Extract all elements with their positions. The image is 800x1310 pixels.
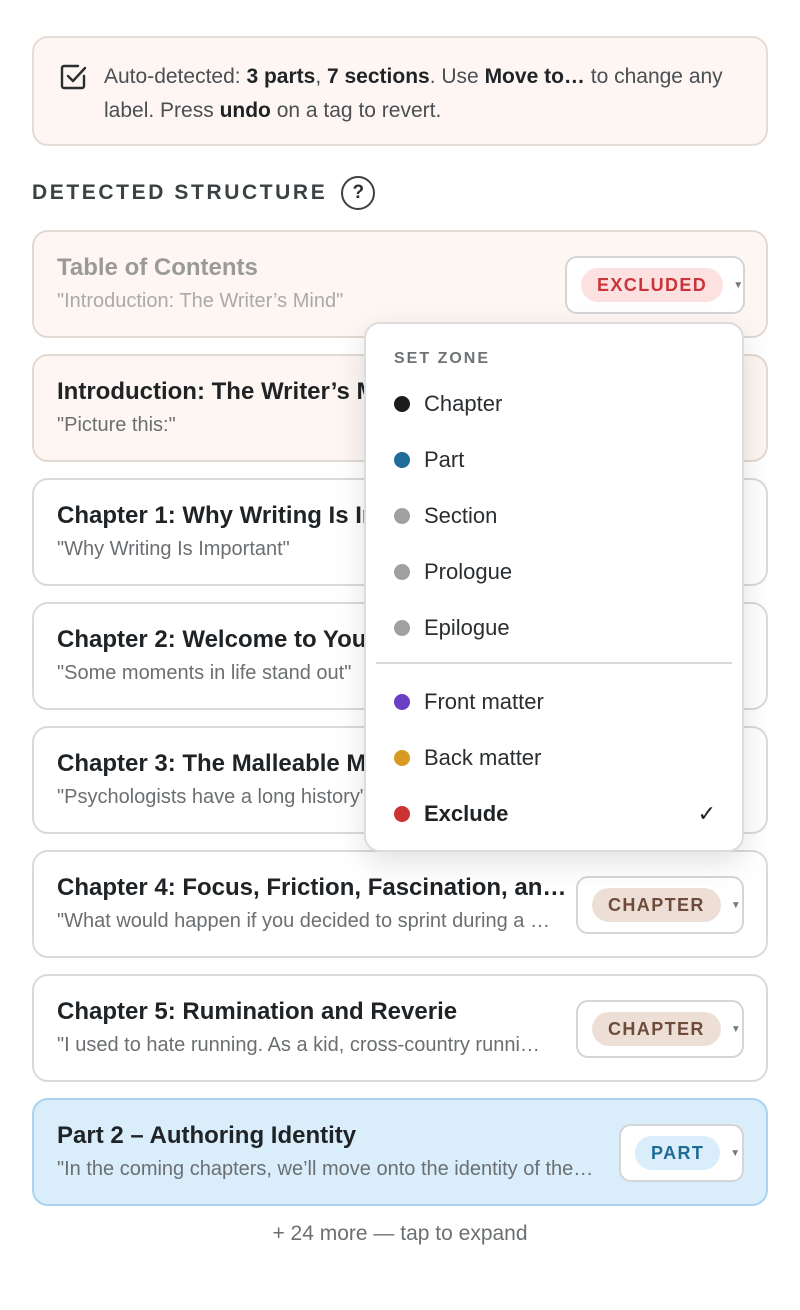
checkbox-checked-icon (60, 64, 87, 90)
zone-select-button[interactable]: EXCLUDED ▼ (565, 256, 745, 314)
item-subtitle: "Psychologists have a long history" (57, 786, 367, 808)
exclude-dot-icon (394, 806, 410, 822)
menu-item-chapter[interactable]: Chapter (366, 382, 742, 426)
menu-divider (376, 662, 732, 664)
section-dot-icon (394, 508, 410, 524)
zone-select-button[interactable]: CHAPTER ▼ (576, 876, 744, 934)
item-title: Chapter 4: Focus, Friction, Fascination,… (57, 874, 567, 901)
item-title: Table of Contents (57, 254, 258, 281)
info-text-mid: . Use (429, 65, 485, 88)
chevron-down-icon: ▼ (730, 1023, 741, 1035)
expand-more-link[interactable]: + 24 more — tap to expand (0, 1222, 800, 1246)
front-matter-dot-icon (394, 694, 410, 710)
item-title: Chapter 1: Why Writing Is Important (57, 502, 377, 529)
info-undo: undo (219, 99, 271, 122)
menu-item-label: Back matter (424, 745, 542, 770)
menu-item-label: Chapter (424, 391, 503, 416)
item-title: Chapter 2: Welcome to Your Creative Mind (57, 626, 377, 653)
help-icon[interactable]: ? (341, 176, 376, 210)
info-sections-count: 7 sections (326, 65, 430, 88)
info-text-suffix: on a tag to revert. (270, 99, 442, 122)
set-zone-dropdown: SET ZONE Chapter Part Section Prologue E… (364, 322, 744, 852)
menu-item-section[interactable]: Section (366, 494, 742, 538)
structure-item-chapter-5[interactable]: Chapter 5: Rumination and Reverie "I use… (32, 974, 768, 1082)
prologue-dot-icon (394, 564, 410, 580)
structure-item-chapter-4[interactable]: Chapter 4: Focus, Friction, Fascination,… (32, 850, 768, 958)
menu-item-label: Epilogue (424, 615, 510, 640)
status-badge-part: PART (635, 1136, 721, 1170)
item-title: Introduction: The Writer’s Mind (57, 378, 377, 405)
status-badge-chapter: CHAPTER (592, 888, 721, 922)
section-title: DETECTED STRUCTURE (32, 181, 328, 204)
menu-item-back-matter[interactable]: Back matter (366, 736, 742, 780)
menu-item-label: Exclude (424, 801, 509, 826)
auto-detect-info-banner: Auto-detected: 3 parts, 7 sections. Use … (32, 36, 768, 146)
info-text-comma: , (315, 65, 327, 88)
info-parts-count: 3 parts (246, 65, 316, 88)
menu-item-exclude[interactable]: Exclude ✓ (366, 792, 742, 836)
zone-select-button[interactable]: CHAPTER ▼ (576, 1000, 744, 1058)
item-title: Chapter 5: Rumination and Reverie (57, 998, 458, 1025)
epilogue-dot-icon (394, 620, 410, 636)
menu-item-label: Front matter (424, 689, 544, 714)
chevron-down-icon: ▼ (730, 899, 741, 911)
chevron-down-icon: ▼ (733, 279, 744, 291)
chapter-dot-icon (394, 396, 410, 412)
structure-item-part-2[interactable]: Part 2 – Authoring Identity "In the comi… (32, 1098, 768, 1206)
item-subtitle: "I used to hate running. As a kid, cross… (57, 1034, 551, 1056)
zone-select-button[interactable]: PART ▼ (619, 1124, 744, 1182)
status-badge-excluded: EXCLUDED (581, 268, 724, 302)
status-badge-chapter: CHAPTER (592, 1012, 721, 1046)
info-move-to: Move to… (484, 65, 585, 88)
part-dot-icon (394, 452, 410, 468)
item-subtitle: "Why Writing Is Important" (57, 538, 290, 560)
item-subtitle: "Some moments in life stand out" (57, 662, 352, 684)
menu-item-prologue[interactable]: Prologue (366, 550, 742, 594)
chevron-down-icon: ▼ (730, 1147, 741, 1159)
detected-structure-heading: DETECTED STRUCTURE ? (32, 176, 376, 210)
menu-item-label: Prologue (424, 559, 513, 584)
item-subtitle: "What would happen if you decided to spr… (57, 910, 551, 932)
item-subtitle: "Picture this:" (57, 414, 176, 436)
menu-item-front-matter[interactable]: Front matter (366, 680, 742, 724)
menu-item-epilogue[interactable]: Epilogue (366, 606, 742, 650)
dropdown-header: SET ZONE (394, 350, 491, 367)
item-subtitle: "Introduction: The Writer’s Mind" (57, 290, 344, 312)
item-subtitle: "In the coming chapters, we’ll move onto… (57, 1158, 597, 1180)
menu-item-label: Part (424, 447, 465, 472)
checkmark-icon: ✓ (697, 801, 716, 826)
back-matter-dot-icon (394, 750, 410, 766)
menu-item-part[interactable]: Part (366, 438, 742, 482)
info-text-prefix: Auto-detected: (104, 65, 247, 88)
item-title: Part 2 – Authoring Identity (57, 1122, 357, 1149)
item-title: Chapter 3: The Malleable Mind (57, 750, 377, 777)
menu-item-label: Section (424, 503, 498, 528)
